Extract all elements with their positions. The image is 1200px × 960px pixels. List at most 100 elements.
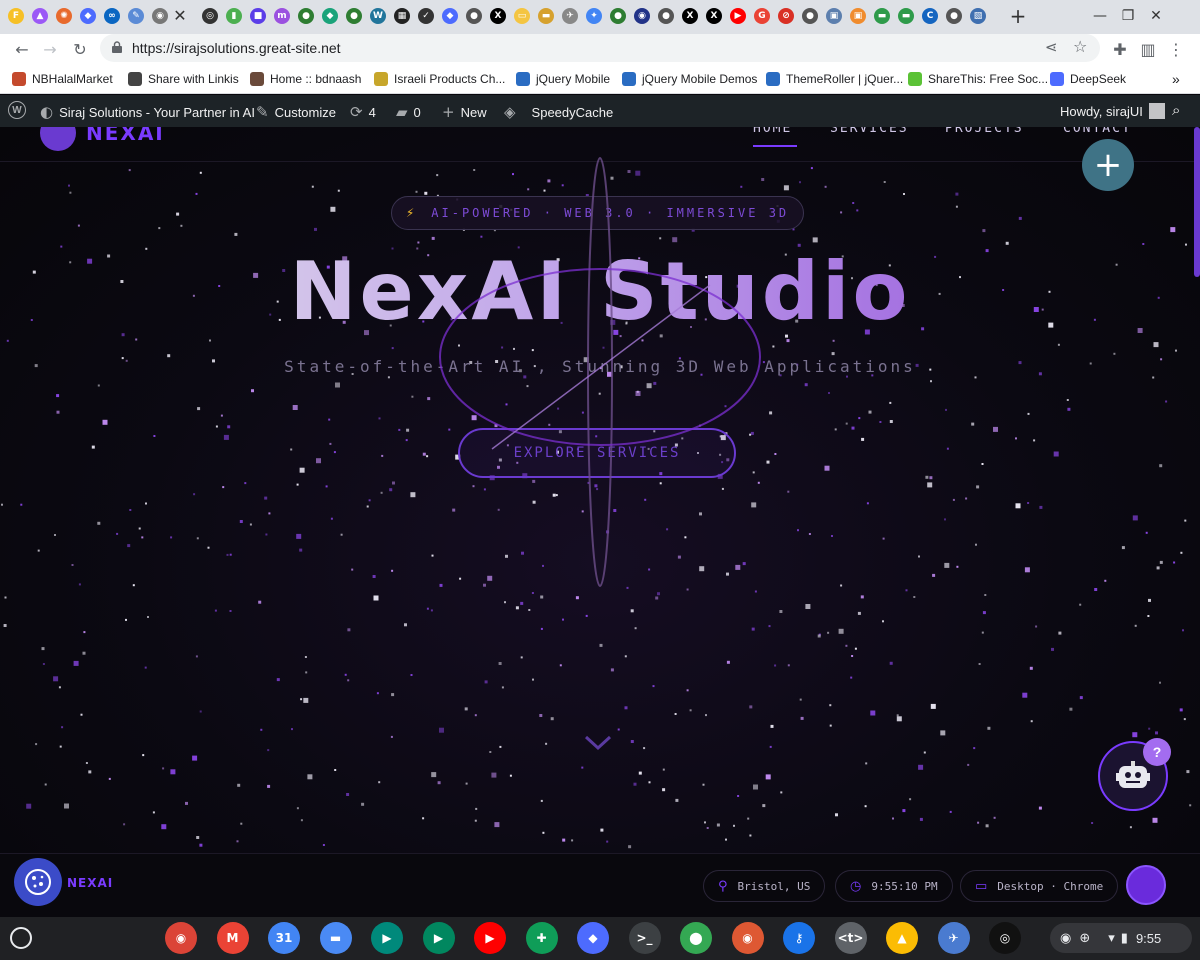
drive-icon[interactable]: ▲ — [886, 922, 918, 954]
youtube-icon[interactable]: ▶ — [474, 922, 506, 954]
calendar-icon[interactable]: 31 — [268, 922, 300, 954]
nexai-app-icon[interactable]: ◎ — [989, 922, 1021, 954]
browser-tab[interactable]: ● — [798, 4, 822, 28]
browser-tab[interactable]: ▶ — [726, 4, 750, 28]
browser-tab[interactable]: ▬ — [870, 4, 894, 28]
browser-tab[interactable]: ✈ — [558, 4, 582, 28]
bookmark-item[interactable]: NBHalalMarket — [12, 71, 113, 87]
share-icon[interactable]: ⋖ — [1045, 38, 1058, 56]
rocket-icon[interactable]: ✈ — [937, 922, 970, 954]
wp-account-link[interactable]: Howdy, sirajUI — [1060, 103, 1165, 119]
launcher-icon[interactable] — [10, 927, 32, 949]
bookmark-item[interactable]: Share with Linkis — [128, 71, 239, 87]
browser-tab[interactable]: X — [678, 4, 702, 28]
browser-tab[interactable]: ✦ — [582, 4, 606, 28]
browser-tab[interactable]: ● — [942, 4, 966, 28]
duckduckgo-icon[interactable]: ◉ — [731, 922, 764, 954]
browser-tab[interactable]: ▭ — [510, 4, 534, 28]
bookmark-item[interactable]: ThemeRoller | jQuer... — [766, 71, 903, 87]
browser-tab[interactable]: ● — [462, 4, 486, 28]
browser-tab[interactable]: ◆ — [438, 4, 462, 28]
browser-tab[interactable]: F — [4, 4, 28, 28]
system-tray[interactable]: ◉ ⊕ ▾ ▮ 9:55 — [1050, 923, 1192, 953]
browser-tab[interactable]: ◎ — [198, 4, 222, 28]
browser-tab[interactable]: W — [366, 4, 390, 28]
close-tab-icon[interactable]: ✕ — [168, 4, 192, 28]
minimize-button[interactable]: — — [1086, 4, 1114, 28]
meet-icon[interactable]: ▶ — [371, 922, 403, 954]
browser-tab[interactable]: ▣ — [846, 4, 870, 28]
maximize-button[interactable]: ❐ — [1114, 4, 1142, 28]
wp-updates-link[interactable]: ⟳ 4 — [350, 103, 376, 121]
wp-comments-link[interactable]: ▰ 0 — [396, 103, 421, 121]
extensions-icon[interactable]: ✚ — [1108, 37, 1132, 61]
browser-tab[interactable]: G — [750, 4, 774, 28]
page-scrollbar[interactable] — [1194, 127, 1200, 277]
bookmark-item[interactable]: ShareThis: Free Soc... — [908, 71, 1048, 87]
browser-tab[interactable]: ◆ — [318, 4, 342, 28]
deepseek-icon[interactable]: ◆ — [577, 922, 609, 954]
browser-tab[interactable]: m — [270, 4, 294, 28]
site-logo[interactable]: NEXAI — [40, 127, 165, 151]
wp-site-name-link[interactable]: ◐ Siraj Solutions - Your Partner in AI — [40, 103, 255, 121]
bookmark-item[interactable]: jQuery Mobile — [516, 71, 610, 87]
menu-icon[interactable]: ⋮ — [1164, 37, 1188, 61]
browser-tab[interactable]: C — [918, 4, 942, 28]
browser-tab[interactable]: ▦ — [390, 4, 414, 28]
browser-tab[interactable]: ▧ — [966, 4, 990, 28]
gmail-icon[interactable]: M — [216, 922, 249, 954]
files-icon[interactable]: ▬ — [319, 922, 352, 954]
maps-icon[interactable]: ⬤ — [680, 922, 712, 954]
wp-speedycache-link[interactable]: ◈ SpeedyCache — [504, 103, 613, 121]
floating-add-button[interactable]: + — [1082, 139, 1134, 191]
terminal-icon[interactable]: >_ — [628, 922, 661, 954]
scroll-down-chevron-icon[interactable] — [584, 734, 612, 752]
chrome-icon[interactable]: ◉ — [165, 922, 197, 954]
new-tab-button[interactable]: + — [1004, 4, 1032, 28]
chatbot-help-badge[interactable]: ? — [1143, 738, 1171, 766]
play-store-icon[interactable]: ▶ — [422, 922, 455, 954]
footer-orb-button[interactable] — [1126, 865, 1166, 905]
browser-tab[interactable]: ● — [654, 4, 678, 28]
address-bar[interactable]: https://sirajsolutions.great-site.net ⋖ … — [100, 34, 1100, 62]
more-bookmarks-icon[interactable]: » — [1172, 71, 1180, 87]
wp-search-icon[interactable]: ⌕ — [1172, 101, 1180, 119]
forward-icon[interactable]: → — [38, 37, 62, 61]
nav-services[interactable]: SERVICES — [830, 127, 909, 136]
browser-tab[interactable]: ■ — [246, 4, 270, 28]
browser-tab[interactable]: ◉ — [630, 4, 654, 28]
nav-home[interactable]: HOME — [753, 127, 792, 136]
browser-tab[interactable]: ✺ — [52, 4, 76, 28]
browser-tab[interactable]: ● — [294, 4, 318, 28]
browser-tab[interactable]: X — [702, 4, 726, 28]
cookie-settings-button[interactable] — [14, 858, 62, 906]
reload-icon[interactable]: ↻ — [68, 37, 92, 61]
key-icon[interactable]: ⚷ — [783, 922, 815, 954]
browser-tab[interactable]: ◆ — [76, 4, 100, 28]
back-icon[interactable]: ← — [10, 37, 34, 61]
browser-tab[interactable]: ∞ — [100, 4, 124, 28]
browser-tab[interactable]: ▮ — [222, 4, 246, 28]
nav-contact[interactable]: CONTACT — [1063, 127, 1132, 136]
footer-logo[interactable]: NEXAI — [67, 876, 113, 890]
sheets-icon[interactable]: ✚ — [525, 922, 558, 954]
wp-new-link[interactable]: + New — [442, 103, 487, 121]
wp-customize-link[interactable]: ✎ Customize — [256, 103, 336, 121]
browser-tab[interactable]: ✓ — [414, 4, 438, 28]
browser-tab[interactable]: X — [486, 4, 510, 28]
side-panel-icon[interactable]: ▥ — [1136, 37, 1160, 61]
code-icon[interactable]: <t> — [834, 922, 867, 954]
close-window-button[interactable]: ✕ — [1142, 4, 1170, 28]
wordpress-logo-icon[interactable]: W — [8, 101, 26, 119]
browser-tab[interactable]: ▬ — [534, 4, 558, 28]
browser-tab[interactable]: ⊘ — [774, 4, 798, 28]
bookmark-item[interactable]: jQuery Mobile Demos — [622, 71, 757, 87]
browser-tab[interactable]: ▣ — [822, 4, 846, 28]
nav-projects[interactable]: PROJECTS — [945, 127, 1024, 136]
browser-tab[interactable]: ● — [606, 4, 630, 28]
browser-tab[interactable]: ▲ — [28, 4, 52, 28]
bookmark-item[interactable]: DeepSeek — [1050, 71, 1126, 87]
bookmark-item[interactable]: Home :: bdnaash — [250, 71, 361, 87]
bookmark-item[interactable]: Israeli Products Ch... — [374, 71, 505, 87]
bookmark-star-icon[interactable]: ☆ — [1073, 37, 1087, 56]
